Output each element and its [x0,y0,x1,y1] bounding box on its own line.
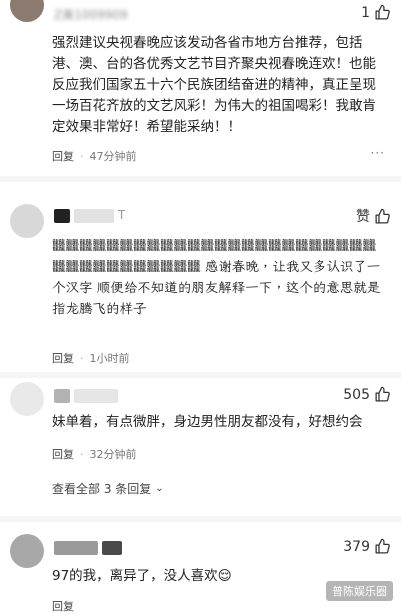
like-button[interactable]: 1 [361,4,391,21]
thumbs-up-icon [375,538,390,554]
like-button[interactable]: 505 [343,386,391,403]
comment-meta: 回复 [52,598,74,614]
thumbs-up-icon [375,4,390,20]
comment-text: 妹单着，有点微胖，身边男性朋友都没有，好想约会 [52,414,363,430]
separator-dot: · [80,447,84,461]
like-count: 505 [343,386,370,403]
reply-button[interactable]: 回复 [52,446,74,462]
more-options-icon[interactable]: ··· [371,146,385,160]
view-all-replies-label: 查看全部 3 条回复 [52,482,152,496]
comment-2: T 赞 𪚥𪚥𪚥𪚥𪚥𪚥𪚥𪚥𪚥𪚥𪚥𪚥𪚥𪚥𪚥𪚥𪚥𪚥𪚥𪚥𪚥𪚥𪚥𪚥𪚥𪚥𪚥𪚥𪚥𪚥𪚥𪚥𪚥𪚥𪚥 … [0,196,401,376]
avatar[interactable] [10,204,44,238]
timestamp: 47分钟前 [89,150,137,163]
username[interactable]: Z美1009909 [54,6,128,22]
username[interactable]: T [54,208,125,224]
avatar[interactable] [10,382,44,416]
like-label: 赞 [356,209,370,225]
chevron-down-icon: ⌄ [155,483,164,494]
username[interactable] [54,388,118,404]
like-button[interactable]: 赞 [356,206,391,226]
username[interactable] [54,540,122,556]
comment-1: Z美1009909 1 强烈建议央视春晚应该发动各省市地方台推荐，包括港、澳、台… [0,0,401,168]
comment-meta: 回复 · 47分钟前 [52,148,137,164]
thumbs-up-icon [375,208,390,224]
divider [0,372,401,378]
watermark: 普陈娱乐圈 [326,581,393,601]
view-all-replies-link[interactable]: 查看全部 3 条回复 ⌄ [52,480,164,497]
comment-meta: 回复 · 32分钟前 [52,446,137,462]
timestamp: 32分钟前 [89,448,137,461]
comment-text: 𪚥𪚥𪚥𪚥𪚥𪚥𪚥𪚥𪚥𪚥𪚥𪚥𪚥𪚥𪚥𪚥𪚥𪚥𪚥𪚥𪚥𪚥𪚥𪚥𪚥𪚥𪚥𪚥𪚥𪚥𪚥𪚥𪚥𪚥𪚥 感谢春晚… [52,238,381,317]
divider [0,516,401,522]
like-count: 1 [361,4,370,21]
like-button[interactable]: 379 [343,538,391,555]
comment-meta: 回复 · 1小时前 [52,350,130,366]
comment-text: 强烈建议央视春晚应该发动各省市地方台推荐，包括港、澳、台的各优秀文艺节目齐聚央视… [52,35,376,135]
reply-button[interactable]: 回复 [52,350,74,366]
like-count: 379 [343,538,370,555]
divider [0,176,401,182]
avatar[interactable] [10,0,44,22]
avatar[interactable] [10,534,44,568]
reply-button[interactable]: 回复 [52,598,74,614]
thumbs-up-icon [375,386,390,402]
timestamp: 1小时前 [89,352,130,365]
separator-dot: · [80,351,84,365]
comment-3: 505 妹单着，有点微胖，身边男性朋友都没有，好想约会 回复 · 32分钟前 查… [0,380,401,510]
separator-dot: · [80,149,84,163]
reply-button[interactable]: 回复 [52,148,74,164]
